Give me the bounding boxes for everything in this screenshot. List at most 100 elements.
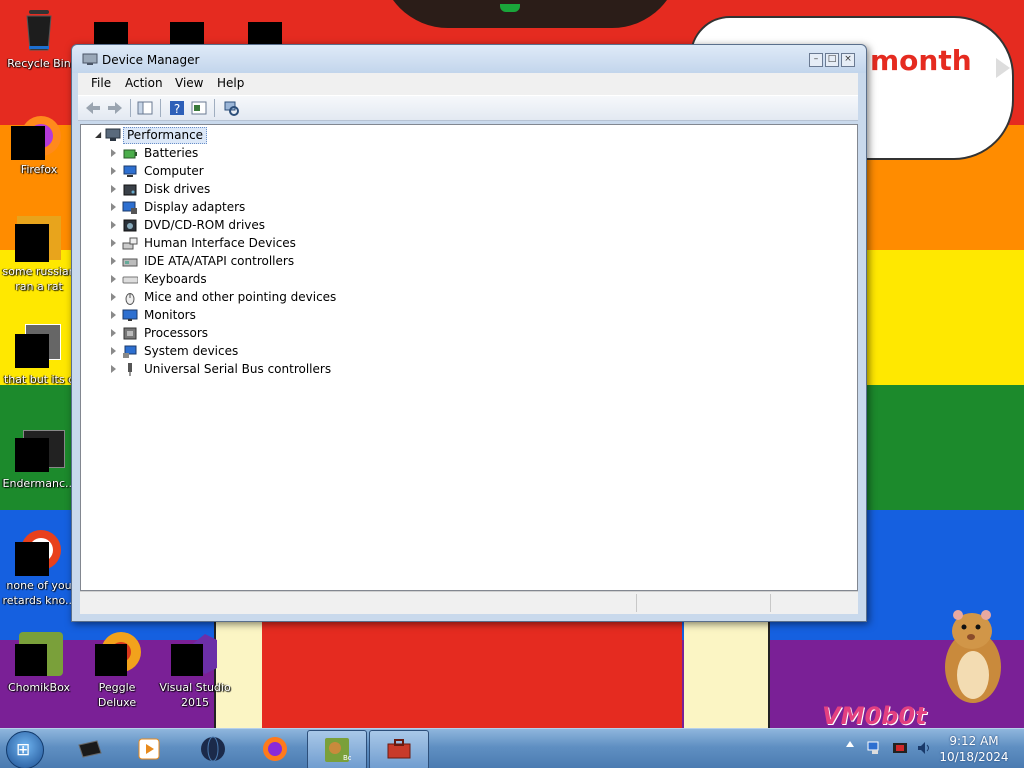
status-separator xyxy=(770,594,771,612)
clock-date: 10/18/2024 xyxy=(939,750,1009,764)
battery-icon xyxy=(123,149,137,159)
taskbar-globe[interactable] xyxy=(184,730,242,768)
taskbar-chomikbox[interactable]: Box xyxy=(307,730,367,768)
app-window-icon xyxy=(15,426,65,474)
tree-node-label: Display adapters xyxy=(144,200,246,214)
expand-arrow-icon[interactable] xyxy=(111,275,116,283)
device-tree-pane[interactable]: ◢ Performance Batteries Computer Disk dr… xyxy=(80,124,858,591)
file-icon xyxy=(15,214,63,262)
collapse-arrow-icon[interactable]: ◢ xyxy=(95,130,101,139)
title-bar[interactable]: Device Manager – □ × xyxy=(72,45,866,73)
desktop-icon-firefox[interactable]: Firefox xyxy=(0,112,78,177)
tree-node-label: DVD/CD-ROM drives xyxy=(144,218,266,232)
desktop-icon-label: ChomikBox xyxy=(8,681,70,694)
system-clock[interactable]: 9:12 AM 10/18/2024 xyxy=(938,733,1010,765)
toolbar-separator xyxy=(130,99,131,117)
computer-icon xyxy=(123,165,137,177)
desktop-icon-visual-studio[interactable]: Visual Studio 2015 xyxy=(156,630,234,710)
scan-hardware-icon[interactable] xyxy=(222,99,240,117)
expand-arrow-icon[interactable] xyxy=(111,365,116,373)
disk-drive-icon xyxy=(123,184,137,196)
tree-node-label: Universal Serial Bus controllers xyxy=(144,362,332,376)
tree-node-label: System devices xyxy=(144,344,239,358)
volume-icon[interactable] xyxy=(916,740,932,756)
wallpaper-cartoon-arm-right xyxy=(684,620,770,728)
menu-view[interactable]: View xyxy=(175,76,203,90)
desktop-icon-none-of-you[interactable]: none of you retards kno... xyxy=(0,528,78,608)
device-manager-icon xyxy=(82,53,98,65)
computer-icon xyxy=(105,128,121,141)
device-manager-window[interactable]: Device Manager – □ × File Action View He… xyxy=(71,44,867,622)
expand-arrow-icon[interactable] xyxy=(111,185,116,193)
peggle-icon xyxy=(93,630,141,678)
menu-help[interactable]: Help xyxy=(217,76,244,90)
maximize-button[interactable]: □ xyxy=(825,53,839,67)
firefox-icon xyxy=(11,112,63,160)
tree-node-label: Mice and other pointing devices xyxy=(144,290,337,304)
windows-logo-icon: ⊞ xyxy=(16,740,31,760)
desktop-icon-recycle-bin[interactable]: Recycle Bin xyxy=(0,6,78,71)
svg-text:?: ? xyxy=(174,102,180,116)
expand-arrow-icon[interactable] xyxy=(111,347,116,355)
globe-icon xyxy=(201,736,225,762)
show-hide-console-tree-icon[interactable] xyxy=(136,99,154,117)
expand-arrow-icon[interactable] xyxy=(111,221,116,229)
taskbar-firefox[interactable] xyxy=(246,730,304,768)
menu-bar: File Action View Help xyxy=(78,73,858,95)
expand-arrow-icon[interactable] xyxy=(111,257,116,265)
desktop-icon-peggle-deluxe[interactable]: Peggle Deluxe xyxy=(78,630,156,710)
properties-icon[interactable] xyxy=(190,99,208,117)
expand-arrow-icon[interactable] xyxy=(111,239,116,247)
forward-arrow-icon[interactable] xyxy=(106,99,124,117)
window-title: Device Manager xyxy=(102,53,200,67)
toolbar: ? xyxy=(78,95,858,121)
expand-arrow-icon[interactable] xyxy=(111,329,116,337)
close-button[interactable]: × xyxy=(841,53,855,67)
start-button[interactable]: ⊞ xyxy=(6,731,44,768)
svg-text:Box: Box xyxy=(343,754,351,762)
media-file-icon xyxy=(15,528,63,576)
desktop-icon-label: none of you retards kno... xyxy=(2,579,76,607)
redacted-icon xyxy=(248,22,282,44)
minimize-button[interactable]: – xyxy=(809,53,823,67)
expand-arrow-icon[interactable] xyxy=(111,167,116,175)
network-icon[interactable] xyxy=(866,740,882,756)
recording-icon[interactable] xyxy=(892,740,908,756)
toolbar-separator xyxy=(160,99,161,117)
desktop-icon-russian-rat[interactable]: some russian ran a rat xyxy=(0,214,78,294)
toolbox-icon xyxy=(387,739,411,759)
help-icon[interactable]: ? xyxy=(168,99,186,117)
expand-arrow-icon[interactable] xyxy=(111,311,116,319)
firefox-icon xyxy=(263,737,287,761)
watermark-text: VM0b0t xyxy=(822,702,927,730)
desktop-icon-chomikbox[interactable]: ChomikBox xyxy=(0,630,78,695)
hamster-image xyxy=(945,610,1001,703)
clock-time: 9:12 AM xyxy=(949,734,999,748)
desktop-icon-label: Visual Studio 2015 xyxy=(159,681,231,709)
chomikbox-icon xyxy=(15,630,63,678)
status-separator xyxy=(636,594,637,612)
menu-file[interactable]: File xyxy=(91,76,111,90)
desktop-icon-that-but-its[interactable]: that but its c xyxy=(0,322,78,387)
tree-node-label: IDE ATA/ATAPI controllers xyxy=(144,254,295,268)
taskbar: ⊞ Box 9:12 AM 10/18/2024 xyxy=(0,728,1024,768)
system-device-icon xyxy=(123,345,137,358)
expand-arrow-icon[interactable] xyxy=(111,293,116,301)
show-hidden-icons-icon[interactable] xyxy=(846,741,854,747)
menu-action[interactable]: Action xyxy=(125,76,163,90)
expand-arrow-icon[interactable] xyxy=(111,203,116,211)
taskbar-media-center[interactable] xyxy=(60,730,118,768)
desktop-icon-endermanc[interactable]: Endermanc... xyxy=(0,426,78,491)
ide-controller-icon xyxy=(122,258,138,267)
tree-node-label: Human Interface Devices xyxy=(144,236,296,250)
taskbar-device-manager[interactable] xyxy=(369,730,429,768)
tree-node-label: Disk drives xyxy=(144,182,211,196)
redacted-icon xyxy=(170,22,204,44)
desktop-icon-label: Recycle Bin xyxy=(7,57,71,70)
expand-arrow-icon[interactable] xyxy=(111,149,116,157)
tree-node-label: Keyboards xyxy=(144,272,207,286)
taskbar-media-player[interactable] xyxy=(120,730,178,768)
desktop-icon-label: Peggle Deluxe xyxy=(97,681,137,709)
wallpaper-cartoon-body xyxy=(262,620,682,728)
back-arrow-icon[interactable] xyxy=(84,99,102,117)
